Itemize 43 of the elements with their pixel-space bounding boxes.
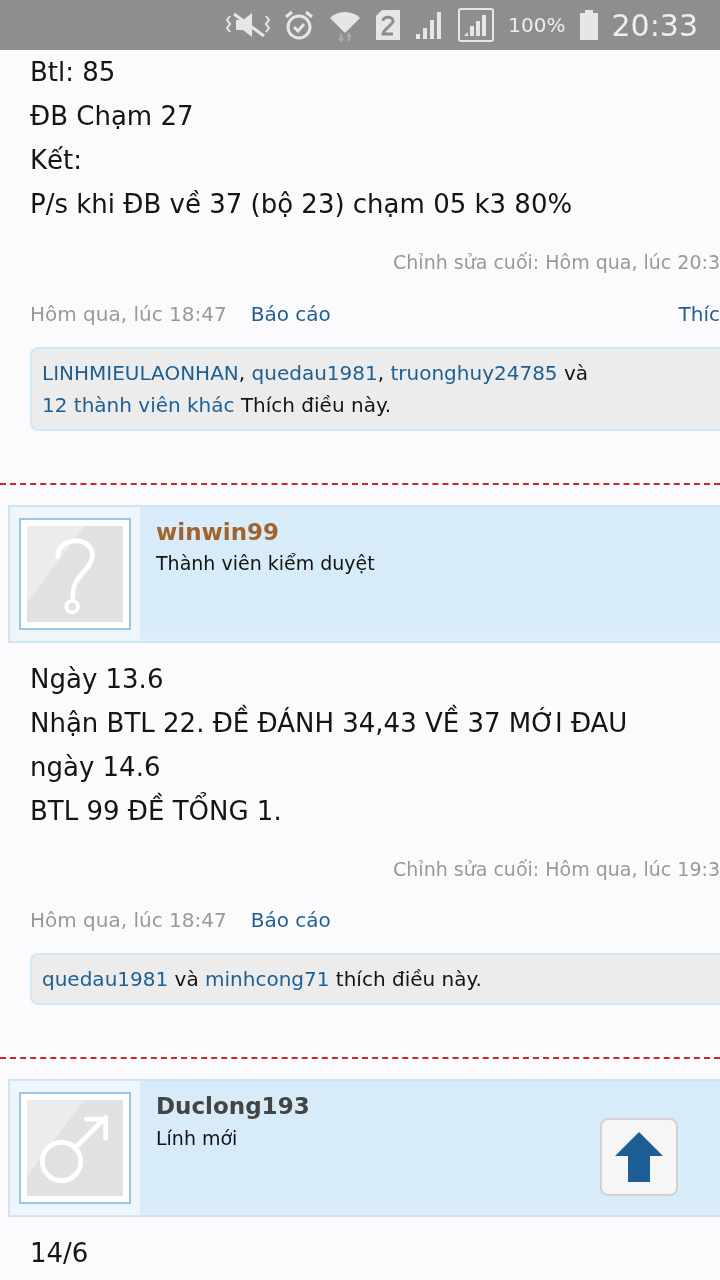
edited-note: Chỉnh sửa cuối: Hôm qua, lúc 20:3 bbox=[393, 251, 720, 273]
likes-text: và bbox=[562, 360, 589, 385]
post-time: Hôm qua, lúc 18:47 bbox=[30, 907, 227, 934]
battery-level-text: 100% bbox=[508, 12, 566, 39]
sim-card-icon bbox=[376, 10, 401, 40]
avatar-placeholder-icon bbox=[19, 1092, 131, 1204]
clock-time: 20:33 bbox=[611, 6, 698, 45]
post-text-line: Ngày 13.6 bbox=[30, 662, 165, 696]
member-link[interactable]: truonghuy24785 bbox=[390, 360, 558, 385]
likes-text: , bbox=[377, 360, 386, 385]
post-text-line: Kết: bbox=[30, 144, 83, 177]
up-arrow-icon bbox=[615, 1132, 663, 1182]
user-role: Thành viên kiểm duyệt bbox=[156, 551, 375, 576]
likes-text: thích điều này. bbox=[334, 967, 482, 991]
post-text-line: P/s khi ĐB về 37 (bộ 23) chạm 05 k3 80% bbox=[30, 188, 574, 221]
username[interactable]: winwin99 bbox=[156, 514, 375, 549]
avatar-placeholder-icon bbox=[19, 517, 131, 630]
post-text-line: Nhận BTL 22. ĐỀ ĐÁNH 34,43 VỀ 37 MỚI ĐAU bbox=[30, 700, 690, 745]
member-link[interactable]: quedau1981 bbox=[251, 360, 378, 385]
post-time: Hôm qua, lúc 18:47 bbox=[30, 300, 227, 328]
report-link[interactable]: Báo cáo bbox=[250, 298, 331, 329]
username[interactable]: Duclong193 bbox=[156, 1089, 310, 1124]
vibrate-icon bbox=[226, 10, 271, 40]
battery-icon bbox=[579, 10, 598, 40]
member-link[interactable]: 12 thành viên khác bbox=[42, 392, 235, 417]
user-role: Lính mới bbox=[156, 1125, 239, 1151]
post-text-line: BTL 99 ĐỀ TỔNG 1. bbox=[30, 788, 690, 833]
edited-note: Chỉnh sửa cuối: Hôm qua, lúc 19:3 bbox=[393, 857, 720, 880]
post-text-line: ngày 14.6 bbox=[30, 750, 162, 784]
like-link[interactable]: Thíc bbox=[678, 298, 720, 329]
report-link[interactable]: Báo cáo bbox=[250, 905, 331, 935]
likes-text: , bbox=[238, 360, 247, 385]
member-link[interactable]: minhcong71 bbox=[205, 967, 330, 991]
member-link[interactable]: quedau1981 bbox=[42, 967, 169, 991]
likes-text: Thích điều này. bbox=[239, 392, 392, 417]
alarm-icon bbox=[284, 9, 315, 41]
post-text-line: Btl: 85 bbox=[30, 56, 117, 89]
signal-icon bbox=[458, 8, 495, 42]
post-text-line: 14/6 bbox=[30, 1237, 90, 1270]
likes-text: và bbox=[173, 967, 200, 991]
scroll-to-top-button[interactable] bbox=[600, 1118, 678, 1196]
member-link[interactable]: LINHMIEULAONHAN bbox=[42, 360, 239, 385]
post-text-line: ĐB Chạm 27 bbox=[30, 100, 195, 133]
